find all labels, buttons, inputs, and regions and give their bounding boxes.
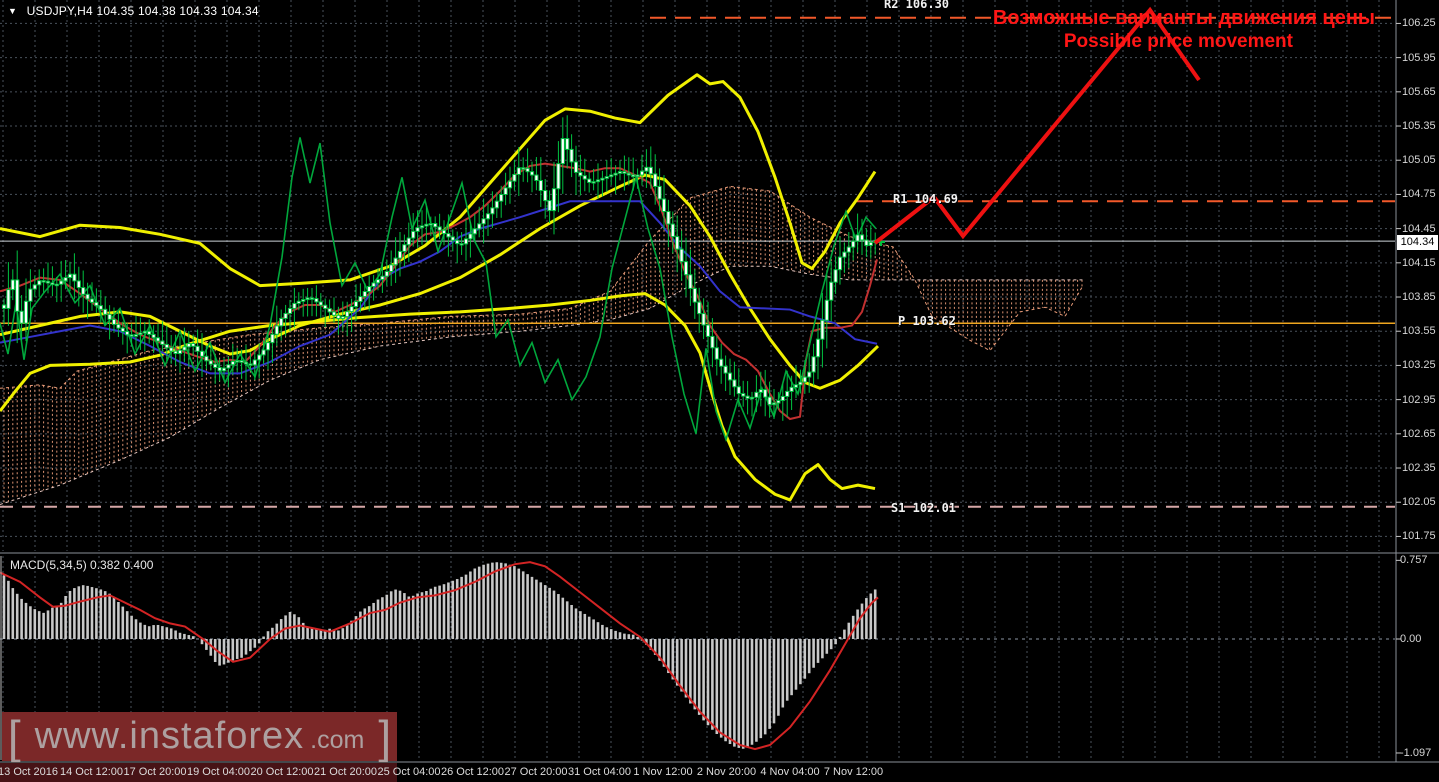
macd-tick-label: 0.757 <box>1400 554 1428 567</box>
price-tick-label: 103.55 <box>1402 325 1436 338</box>
watermark-close-bracket: ] <box>378 710 392 763</box>
price-tick-label: 106.25 <box>1402 17 1436 30</box>
pivot-label-p: P 103.62 <box>898 314 956 329</box>
trading-terminal-chart-window: [ www.instaforex .com ] ▼ USDJPY,H4 104.… <box>0 0 1439 782</box>
indicator-lines <box>0 73 880 502</box>
watermark-open-bracket: [ <box>7 710 21 763</box>
ohlc-low: 104.33 <box>179 4 218 18</box>
ohlc-open: 104.35 <box>96 4 135 18</box>
pivot-label-r1: R1 104.69 <box>893 192 959 207</box>
time-axis-label: 20 Oct 12:00 <box>250 766 314 778</box>
chevron-down-icon[interactable]: ▼ <box>8 6 17 16</box>
price-tick-label: 102.65 <box>1402 427 1436 440</box>
price-tick-label: 102.05 <box>1402 496 1436 509</box>
time-axis-label: 25 Oct 04:00 <box>377 766 441 778</box>
ohlc-high: 104.38 <box>137 4 176 18</box>
time-axis-label: 7 Nov 12:00 <box>823 766 884 778</box>
macd-name: MACD(5,34,5) <box>10 558 87 572</box>
price-tick-label: 104.15 <box>1402 256 1436 269</box>
instaforex-watermark: [ www.instaforex .com ] <box>2 712 397 761</box>
time-axis-label: 26 Oct 12:00 <box>441 766 504 778</box>
time-axis-label: 13 Oct 2016 <box>0 766 58 778</box>
watermark-domain: www.instaforex <box>34 715 305 757</box>
macd-signal-value: 0.400 <box>123 558 154 572</box>
macd-value: 0.382 <box>90 558 121 572</box>
time-axis-label: 4 Nov 04:00 <box>760 766 820 778</box>
candles <box>1 115 885 421</box>
price-tick-label: 104.75 <box>1402 188 1436 201</box>
watermark-tld: .com <box>310 726 365 754</box>
annotation-text-en: Possible price movement <box>1063 31 1293 52</box>
grid-layer <box>0 0 1395 760</box>
time-axis-label: 2 Nov 20:00 <box>696 766 757 778</box>
price-tick-label: 101.75 <box>1402 530 1436 543</box>
price-tick-label: 105.65 <box>1402 85 1436 98</box>
price-tick-label: 102.35 <box>1402 462 1436 475</box>
symbol-title-bar: ▼ USDJPY,H4 104.35 104.38 104.33 104.34 <box>8 4 259 18</box>
price-tick-label: 105.05 <box>1402 154 1436 167</box>
time-axis-label: 31 Oct 04:00 <box>568 766 631 778</box>
price-tick-label: 105.95 <box>1402 51 1436 64</box>
pivot-label-s1: S1 102.01 <box>891 500 957 515</box>
symbol-name: USDJPY,H4 <box>26 4 93 18</box>
macd-indicator-label: MACD(5,34,5) 0.382 0.400 <box>10 558 153 572</box>
pivot-label-r2: R2 106.30 <box>884 0 950 11</box>
macd-tick-label: -1.097 <box>1400 746 1432 759</box>
time-axis-label: 17 Oct 20:00 <box>123 766 187 778</box>
time-axis-label: 1 Nov 12:00 <box>633 766 693 778</box>
time-axis-label: 19 Oct 04:00 <box>187 766 250 778</box>
time-axis-label: 27 Oct 20:00 <box>504 766 568 778</box>
price-tick-label: 105.35 <box>1402 120 1436 133</box>
price-tick-label: 103.25 <box>1402 359 1436 372</box>
current-price-badge: 104.34 <box>1397 235 1438 250</box>
price-tick-label: 104.45 <box>1402 222 1436 235</box>
time-axis-label: 14 Oct 12:00 <box>60 766 123 778</box>
chart-canvas[interactable] <box>0 0 1439 782</box>
time-axis-label: 21 Oct 20:00 <box>314 766 377 778</box>
price-tick-label: 102.95 <box>1402 393 1436 406</box>
price-tick-label: 103.85 <box>1402 291 1436 304</box>
macd-tick-label: 0.00 <box>1400 633 1422 645</box>
ohlc-close: 104.34 <box>220 4 259 18</box>
annotation-text-ru: Возможные варианты движения цены <box>992 7 1375 29</box>
